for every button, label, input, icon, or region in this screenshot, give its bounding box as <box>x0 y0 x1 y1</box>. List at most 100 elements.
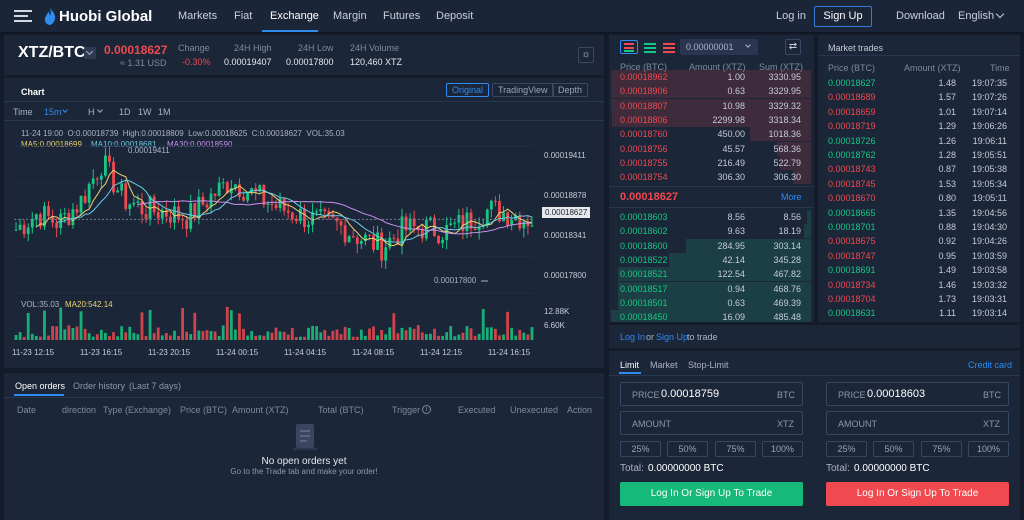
volume-bar <box>75 326 79 340</box>
ask-amount: 450.00 <box>717 129 745 140</box>
tab-open-orders[interactable]: Open orders <box>15 381 65 391</box>
volume-bar <box>429 333 432 340</box>
sell-pct-50[interactable]: 50% <box>873 441 914 457</box>
candle-body <box>323 209 327 212</box>
sell-amount-field[interactable]: AMOUNT XTZ <box>826 411 1009 435</box>
volume-bar <box>380 330 384 340</box>
trade-row: 0.00018704 1.73 19:03:31 <box>818 292 1018 306</box>
bid-row[interactable]: 0.00018600 284.95 303.14 <box>609 238 811 253</box>
buy-price-value[interactable]: 0.00018759 <box>661 388 719 400</box>
buy-login-button[interactable]: Log In Or Sign Up To Trade <box>620 482 803 506</box>
bid-row[interactable]: 0.00018517 0.94 468.76 <box>609 281 811 296</box>
buy-price-unit: BTC <box>777 390 795 400</box>
ask-row[interactable]: 0.00018806 2299.98 3318.34 <box>609 112 811 127</box>
candle-body <box>128 204 132 209</box>
trade-time: 19:05:38 <box>971 164 1007 175</box>
buy-pct-75[interactable]: 75% <box>715 441 756 457</box>
buy-price-field[interactable]: PRICE 0.00018759 BTC <box>620 382 803 406</box>
volume-bar <box>169 335 172 340</box>
nav-active-underline <box>262 30 318 32</box>
login-prompt-bar: Log In or Sign Up to trade <box>609 325 1020 348</box>
theme-toggle-icon[interactable]: ☼ <box>578 47 594 63</box>
precision-select[interactable]: 0.00000001 <box>680 39 758 55</box>
tab-limit[interactable]: Limit <box>620 360 639 370</box>
candle-body <box>339 221 343 226</box>
tab-stop-limit[interactable]: Stop-Limit <box>688 360 729 370</box>
buy-pct-50[interactable]: 50% <box>667 441 708 457</box>
candle-body <box>95 178 99 180</box>
bid-row[interactable]: 0.00018450 16.09 485.48 <box>609 310 811 322</box>
bid-row[interactable]: 0.00018521 122.54 467.82 <box>609 267 811 282</box>
book-settings-icon[interactable]: ⇄ <box>785 39 801 55</box>
book-more-link[interactable]: More <box>781 192 802 202</box>
pair-name[interactable]: XTZ/BTC <box>18 44 86 62</box>
volume-bar <box>189 334 193 340</box>
login-prompt-signup[interactable]: Sign Up <box>656 332 688 342</box>
candlestick-chart[interactable] <box>4 78 604 368</box>
sell-pct-75[interactable]: 75% <box>921 441 962 457</box>
trade-price: 0.00018704 <box>828 294 876 304</box>
bid-row[interactable]: 0.00018501 0.63 469.39 <box>609 295 811 310</box>
language-selector[interactable]: English <box>958 10 994 22</box>
ask-row[interactable]: 0.00018807 10.98 3329.32 <box>609 98 811 113</box>
nav-deposit[interactable]: Deposit <box>436 10 473 22</box>
volume-bar <box>311 325 314 340</box>
trade-time: 19:05:34 <box>971 178 1007 189</box>
orders-divider <box>4 397 604 398</box>
sell-total-value: 0.00000000 BTC <box>854 463 930 474</box>
buy-pct-25[interactable]: 25% <box>620 441 661 457</box>
nav-futures[interactable]: Futures <box>383 10 420 22</box>
buy-pct-100[interactable]: 100% <box>762 441 803 457</box>
tab-order-history[interactable]: Order history <box>73 381 125 391</box>
candle-body <box>266 203 270 205</box>
login-link[interactable]: Log in <box>776 10 806 22</box>
download-link[interactable]: Download <box>896 10 945 22</box>
ask-row[interactable]: 0.00018756 45.57 568.36 <box>609 141 811 156</box>
pair-dropdown-icon[interactable] <box>84 47 96 59</box>
y-label-0: 0.00019411 <box>544 151 586 160</box>
ask-row[interactable]: 0.00018906 0.63 3329.95 <box>609 84 811 99</box>
trade-price: 0.00018743 <box>828 164 876 175</box>
volume-bar <box>258 335 262 340</box>
ask-row[interactable]: 0.00018754 306.30 306.30 <box>609 170 811 185</box>
ask-row[interactable]: 0.00018962 1.00 3330.95 <box>609 70 811 84</box>
book-mode-asks-icon[interactable] <box>662 40 676 54</box>
bid-amount: 9.63 <box>727 226 745 237</box>
bid-row[interactable]: 0.00018603 8.56 8.56 <box>609 210 811 224</box>
logo-text[interactable]: Huobi Global <box>59 8 152 25</box>
nav-fiat[interactable]: Fiat <box>234 10 252 22</box>
tab-limit-underline <box>619 372 641 374</box>
info-icon[interactable]: i <box>422 405 431 414</box>
ask-row[interactable]: 0.00018755 216.49 522.79 <box>609 155 811 170</box>
login-prompt-login[interactable]: Log In <box>620 332 645 342</box>
book-mode-bids-icon[interactable] <box>643 40 657 54</box>
book-mode-both-icon[interactable] <box>620 40 638 54</box>
credit-card-link[interactable]: Credit card <box>968 360 1012 370</box>
buy-amount-field[interactable]: AMOUNT XTZ <box>620 411 803 435</box>
ma10-line <box>56 179 533 243</box>
sell-price-value[interactable]: 0.00018603 <box>867 388 925 400</box>
volume-bar <box>217 335 221 340</box>
nav-markets[interactable]: Markets <box>178 10 217 22</box>
sell-price-field[interactable]: PRICE 0.00018603 BTC <box>826 382 1009 406</box>
tab-market[interactable]: Market <box>650 360 678 370</box>
chevron-down-icon[interactable] <box>995 9 1005 19</box>
nav-margin[interactable]: Margin <box>333 10 367 22</box>
menu-icon[interactable] <box>14 10 32 22</box>
ask-price: 0.00018755 <box>620 157 668 168</box>
ask-amount: 306.30 <box>717 172 745 183</box>
bid-row[interactable]: 0.00018522 42.14 345.28 <box>609 252 811 267</box>
sell-pct-25[interactable]: 25% <box>826 441 867 457</box>
sell-login-button[interactable]: Log In Or Sign Up To Trade <box>826 482 1009 506</box>
login-prompt-trade: to trade <box>687 332 718 342</box>
signup-button[interactable]: Sign Up <box>814 6 872 27</box>
nav-exchange[interactable]: Exchange <box>270 10 319 22</box>
candle-body <box>30 218 34 228</box>
ask-row[interactable]: 0.00018760 450.00 1018.36 <box>609 127 811 142</box>
trade-time: 19:06:26 <box>971 121 1007 132</box>
bid-price: 0.00018522 <box>620 254 668 265</box>
bid-row[interactable]: 0.00018602 9.63 18.19 <box>609 224 811 239</box>
bid-amount: 0.63 <box>727 297 745 308</box>
candle-body <box>392 237 396 239</box>
sell-pct-100[interactable]: 100% <box>968 441 1009 457</box>
